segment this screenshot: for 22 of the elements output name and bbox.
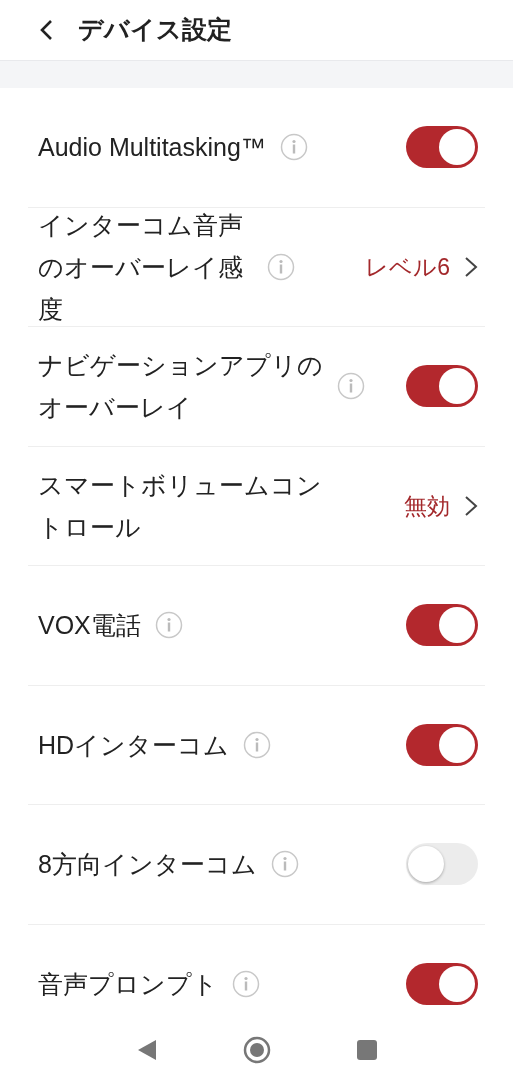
chevron-right-icon[interactable]: [464, 493, 478, 518]
toggle-switch[interactable]: [406, 126, 478, 169]
setting-label: HDインターコム: [38, 729, 230, 761]
toggle-switch[interactable]: [406, 723, 478, 766]
page-title: デバイス設定: [78, 14, 232, 46]
setting-label: VOX電話: [38, 610, 141, 642]
chevron-right-icon[interactable]: [464, 254, 478, 279]
home-nav-icon[interactable]: [242, 1036, 271, 1064]
recents-nav-icon[interactable]: [356, 1040, 377, 1060]
setting-value[interactable]: 無効: [404, 488, 450, 523]
setting-label: インターコム音声のオーバーレイ感度: [38, 209, 244, 325]
setting-label: Audio Multitasking™: [38, 132, 266, 164]
setting-label: ナビゲーションアプリのオーバーレイ: [38, 350, 323, 424]
setting-value[interactable]: レベル6: [365, 249, 450, 284]
toggle-switch[interactable]: [406, 963, 478, 1006]
setting-label: スマートボリュームコントロール: [38, 469, 323, 543]
setting-label: 8方向インターコム: [38, 849, 257, 881]
toggle-switch[interactable]: [406, 365, 478, 408]
back-nav-icon[interactable]: [136, 1039, 157, 1061]
toggle-switch[interactable]: [406, 604, 478, 647]
toggle-switch[interactable]: [406, 843, 478, 886]
setting-label: 音声プロンプト: [38, 969, 218, 1001]
